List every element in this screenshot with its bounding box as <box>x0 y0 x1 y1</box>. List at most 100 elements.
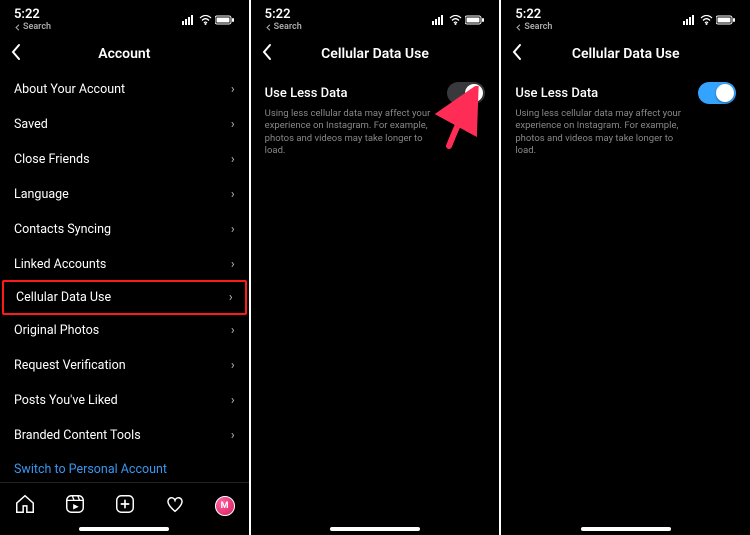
row-original-photos[interactable]: Original Photos › <box>0 313 249 348</box>
row-label: Posts You've Liked <box>14 393 118 408</box>
plus-square-icon <box>114 493 136 515</box>
link-switch-personal[interactable]: Switch to Personal Account <box>0 453 249 482</box>
back-caret-icon <box>515 24 522 31</box>
home-icon <box>14 493 36 515</box>
status-time: 5:22 <box>14 8 51 21</box>
status-time: 5:22 <box>515 8 552 21</box>
row-label: Cellular Data Use <box>16 290 111 305</box>
page-title: Cellular Data Use <box>321 46 429 62</box>
row-linked-accounts[interactable]: Linked Accounts › <box>0 247 249 282</box>
status-breadcrumb[interactable]: Search <box>265 23 302 32</box>
back-button[interactable] <box>261 43 273 65</box>
row-label: Saved <box>14 117 48 132</box>
chevron-left-icon <box>511 43 523 61</box>
toggle-knob <box>716 84 734 102</box>
home-indicator[interactable] <box>79 527 169 531</box>
empty-space <box>501 167 750 524</box>
status-breadcrumb[interactable]: Search <box>14 23 51 32</box>
chevron-right-icon: › <box>231 117 235 132</box>
row-contacts-syncing[interactable]: Contacts Syncing › <box>0 212 249 247</box>
wifi-icon <box>199 15 212 25</box>
setting-title: Use Less Data <box>515 86 598 101</box>
toggle-knob <box>465 84 483 102</box>
chevron-right-icon: › <box>229 290 233 305</box>
empty-space <box>251 167 500 524</box>
setting-title: Use Less Data <box>265 86 348 101</box>
row-label: Linked Accounts <box>14 257 106 272</box>
chevron-right-icon: › <box>231 393 235 408</box>
avatar-icon: M <box>215 496 235 516</box>
phone-cellular-off: 5:22 Search Cellular Data Use Use Less D… <box>251 0 500 535</box>
nav-header: Account <box>0 36 249 72</box>
chevron-right-icon: › <box>231 82 235 97</box>
status-icons <box>432 15 485 25</box>
home-indicator[interactable] <box>581 527 671 531</box>
row-cellular-data-use[interactable]: Cellular Data Use › <box>2 280 247 315</box>
status-bar: 5:22 Search <box>501 0 750 32</box>
row-label: Request Verification <box>14 358 126 373</box>
row-label: Branded Content Tools <box>14 428 141 443</box>
battery-icon <box>215 15 235 25</box>
wifi-icon <box>700 15 713 25</box>
battery-icon <box>465 15 485 25</box>
tab-reels[interactable] <box>64 493 86 519</box>
tab-activity[interactable] <box>164 493 186 519</box>
home-indicator[interactable] <box>330 527 420 531</box>
status-breadcrumb[interactable]: Search <box>515 23 552 32</box>
tab-home[interactable] <box>14 493 36 519</box>
setting-use-less-data: Use Less Data Using less cellular data m… <box>501 72 750 167</box>
nav-header: Cellular Data Use <box>501 36 750 72</box>
battery-icon <box>716 15 736 25</box>
row-saved[interactable]: Saved › <box>0 107 249 142</box>
status-icons <box>683 15 736 25</box>
signal-icon <box>432 15 446 25</box>
setting-description: Using less cellular data may affect your… <box>265 108 445 157</box>
back-button[interactable] <box>511 43 523 65</box>
row-branded-content-tools[interactable]: Branded Content Tools › <box>0 418 249 453</box>
chevron-right-icon: › <box>231 323 235 338</box>
signal-icon <box>182 15 196 25</box>
signal-icon <box>683 15 697 25</box>
setting-description: Using less cellular data may affect your… <box>515 108 695 157</box>
row-close-friends[interactable]: Close Friends › <box>0 142 249 177</box>
heart-icon <box>164 493 186 515</box>
chevron-left-icon <box>261 43 273 61</box>
chevron-right-icon: › <box>231 358 235 373</box>
chevron-right-icon: › <box>231 257 235 272</box>
phone-account-settings: 5:22 Search Account About Your Account ›… <box>0 0 249 535</box>
chevron-left-icon <box>10 43 22 61</box>
reels-icon <box>64 493 86 515</box>
wifi-icon <box>449 15 462 25</box>
back-button[interactable] <box>10 43 22 65</box>
chevron-right-icon: › <box>231 222 235 237</box>
link-label: Switch to Personal Account <box>14 462 167 477</box>
tab-profile[interactable]: M <box>215 496 235 516</box>
tab-bar: M <box>0 482 249 524</box>
chevron-right-icon: › <box>231 187 235 202</box>
row-label: About Your Account <box>14 82 125 97</box>
toggle-use-less-data[interactable] <box>447 82 485 104</box>
chevron-right-icon: › <box>231 428 235 443</box>
nav-header: Cellular Data Use <box>251 36 500 72</box>
status-bar: 5:22 Search <box>0 0 249 32</box>
row-about-your-account[interactable]: About Your Account › <box>0 72 249 107</box>
tab-new-post[interactable] <box>114 493 136 519</box>
row-language[interactable]: Language › <box>0 177 249 212</box>
settings-list: About Your Account › Saved › Close Frien… <box>0 72 249 482</box>
back-caret-icon <box>265 24 272 31</box>
page-title: Account <box>98 46 150 62</box>
row-posts-youve-liked[interactable]: Posts You've Liked › <box>0 383 249 418</box>
phone-cellular-on: 5:22 Search Cellular Data Use Use Less D… <box>501 0 750 535</box>
status-bar: 5:22 Search <box>251 0 500 32</box>
setting-use-less-data: Use Less Data Using less cellular data m… <box>251 72 500 167</box>
status-time: 5:22 <box>265 8 302 21</box>
row-label: Close Friends <box>14 152 90 167</box>
row-label: Language <box>14 187 69 202</box>
row-request-verification[interactable]: Request Verification › <box>0 348 249 383</box>
page-title: Cellular Data Use <box>572 46 680 62</box>
back-caret-icon <box>14 24 21 31</box>
row-label: Original Photos <box>14 323 99 338</box>
toggle-use-less-data[interactable] <box>698 82 736 104</box>
status-icons <box>182 15 235 25</box>
chevron-right-icon: › <box>231 152 235 167</box>
